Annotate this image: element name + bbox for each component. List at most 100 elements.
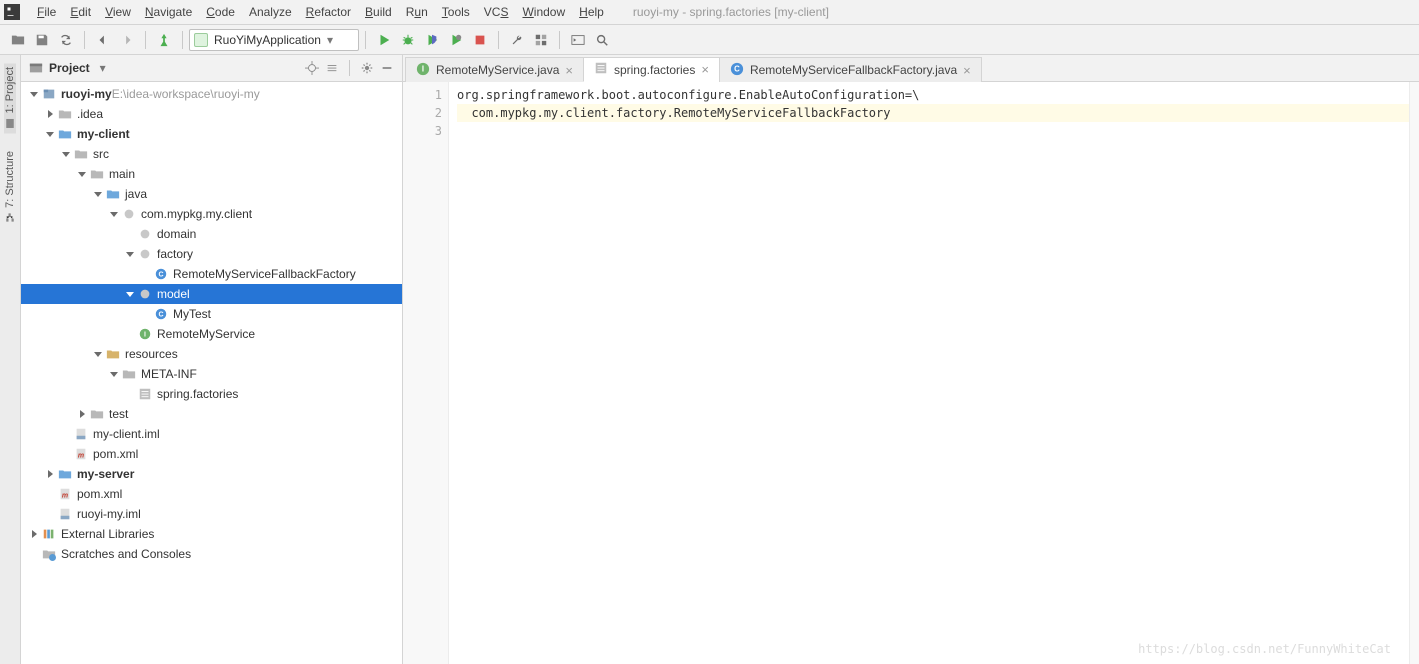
menu-build[interactable]: Build [358,5,399,19]
run-icon[interactable] [372,28,396,52]
run-configuration-combo[interactable]: RuoYiMyApplication ▾ [189,29,359,51]
tree-twisty-icon[interactable] [123,249,137,259]
tree-my-client[interactable]: my-client [21,124,402,144]
iml-icon [73,426,89,442]
tree-twisty-icon[interactable] [43,469,57,479]
menu-analyze[interactable]: Analyze [242,5,299,19]
tree-twisty-icon[interactable] [43,129,57,139]
tree-main[interactable]: main [21,164,402,184]
window-title: ruoyi-my - spring.factories [my-client] [633,5,829,19]
menu-refactor[interactable]: Refactor [299,5,358,19]
tree-ruoyi-iml[interactable]: ruoyi-my.iml [21,504,402,524]
project-title[interactable]: Project [49,61,90,75]
hide-icon[interactable] [378,59,396,77]
tree-remote-service[interactable]: IRemoteMyService [21,324,402,344]
tree-twisty-icon[interactable] [91,189,105,199]
tree-src[interactable]: src [21,144,402,164]
back-icon[interactable] [91,28,115,52]
close-icon[interactable]: × [565,64,573,77]
project-view-icon [27,59,45,77]
tree-twisty-icon[interactable] [27,529,41,539]
tree-metainf[interactable]: META-INF [21,364,402,384]
tree-pom-root[interactable]: mpom.xml [21,484,402,504]
menu-run[interactable]: Run [399,5,435,19]
tree-scratches[interactable]: Scratches and Consoles [21,544,402,564]
chevron-down-icon[interactable]: ▾ [94,59,112,77]
tree-mytest[interactable]: CMyTest [21,304,402,324]
left-tool-stripe: 1: Project 7: Structure [0,55,21,664]
tree-twisty-icon[interactable] [59,149,73,159]
profiler-icon[interactable] [444,28,468,52]
tree-root[interactable]: ruoyi-my E:\idea-workspace\ruoyi-my [21,84,402,104]
gear-icon[interactable] [358,59,376,77]
props-file-icon [594,61,608,78]
menu-view[interactable]: View [98,5,138,19]
menu-vcs[interactable]: VCS [477,5,516,19]
tree-myclient-iml[interactable]: my-client.iml [21,424,402,444]
run-config-label: RuoYiMyApplication [214,33,321,47]
iml-icon [57,506,73,522]
project-tree[interactable]: ruoyi-my E:\idea-workspace\ruoyi-my.idea… [21,82,402,664]
tree-my-server[interactable]: my-server [21,464,402,484]
module-icon [41,86,57,102]
close-icon[interactable]: × [701,63,709,76]
search-everywhere-icon[interactable] [590,28,614,52]
tree-pom-client[interactable]: mpom.xml [21,444,402,464]
tree-package[interactable]: com.mypkg.my.client [21,204,402,224]
stop-icon[interactable] [468,28,492,52]
tree-twisty-icon[interactable] [75,169,89,179]
menu-navigate[interactable]: Navigate [138,5,199,19]
folderBlue-icon [105,186,121,202]
side-tab-structure[interactable]: 7: Structure [4,147,16,228]
pkg-icon [137,286,153,302]
tree-idea[interactable]: .idea [21,104,402,124]
open-icon[interactable] [6,28,30,52]
run-anything-icon[interactable] [566,28,590,52]
tree-spring-factories[interactable]: spring.factories [21,384,402,404]
tree-resources[interactable]: resources [21,344,402,364]
tab-remotemyservicefallbackfactory-java[interactable]: CRemoteMyServiceFallbackFactory.java× [719,57,982,82]
tree-twisty-icon[interactable] [123,289,137,299]
close-icon[interactable]: × [963,64,971,77]
menu-code[interactable]: Code [199,5,242,19]
tab-spring-factories[interactable]: spring.factories × [583,57,720,82]
tab-label: spring.factories [614,63,695,77]
forward-icon[interactable] [115,28,139,52]
project-structure-icon[interactable] [529,28,553,52]
tree-external-libraries[interactable]: External Libraries [21,524,402,544]
folder-icon [89,166,105,182]
tab-remotemyservice-java[interactable]: IRemoteMyService.java× [405,57,584,82]
tree-twisty-icon[interactable] [27,89,41,99]
tree-twisty-icon[interactable] [91,349,105,359]
menu-help[interactable]: Help [572,5,611,19]
tree-twisty-icon[interactable] [43,109,57,119]
run-with-coverage-icon[interactable] [420,28,444,52]
pkg-icon [137,226,153,242]
build-icon[interactable] [152,28,176,52]
tree-twisty-icon[interactable] [107,369,121,379]
menu-window[interactable]: Window [515,5,572,19]
svg-text:C: C [734,64,740,73]
svg-text:C: C [158,272,163,279]
tree-twisty-icon[interactable] [107,209,121,219]
sync-icon[interactable] [54,28,78,52]
tree-domain[interactable]: domain [21,224,402,244]
debug-icon[interactable] [396,28,420,52]
tree-factory[interactable]: factory [21,244,402,264]
tree-fallback-factory[interactable]: CRemoteMyServiceFallbackFactory [21,264,402,284]
spring-boot-icon [194,33,208,47]
menu-tools[interactable]: Tools [435,5,477,19]
menu-edit[interactable]: Edit [63,5,98,19]
iface-icon: I [137,326,153,342]
tree-twisty-icon[interactable] [75,409,89,419]
save-all-icon[interactable] [30,28,54,52]
wrench-icon[interactable] [505,28,529,52]
tree-test[interactable]: test [21,404,402,424]
tree-model[interactable]: model [21,284,402,304]
locate-icon[interactable] [303,59,321,77]
code-editor[interactable]: org.springframework.boot.autoconfigure.E… [449,82,1409,664]
expand-all-icon[interactable] [323,59,341,77]
menu-file[interactable]: File [30,5,63,19]
side-tab-project[interactable]: 1: Project [4,63,16,133]
tree-java[interactable]: java [21,184,402,204]
